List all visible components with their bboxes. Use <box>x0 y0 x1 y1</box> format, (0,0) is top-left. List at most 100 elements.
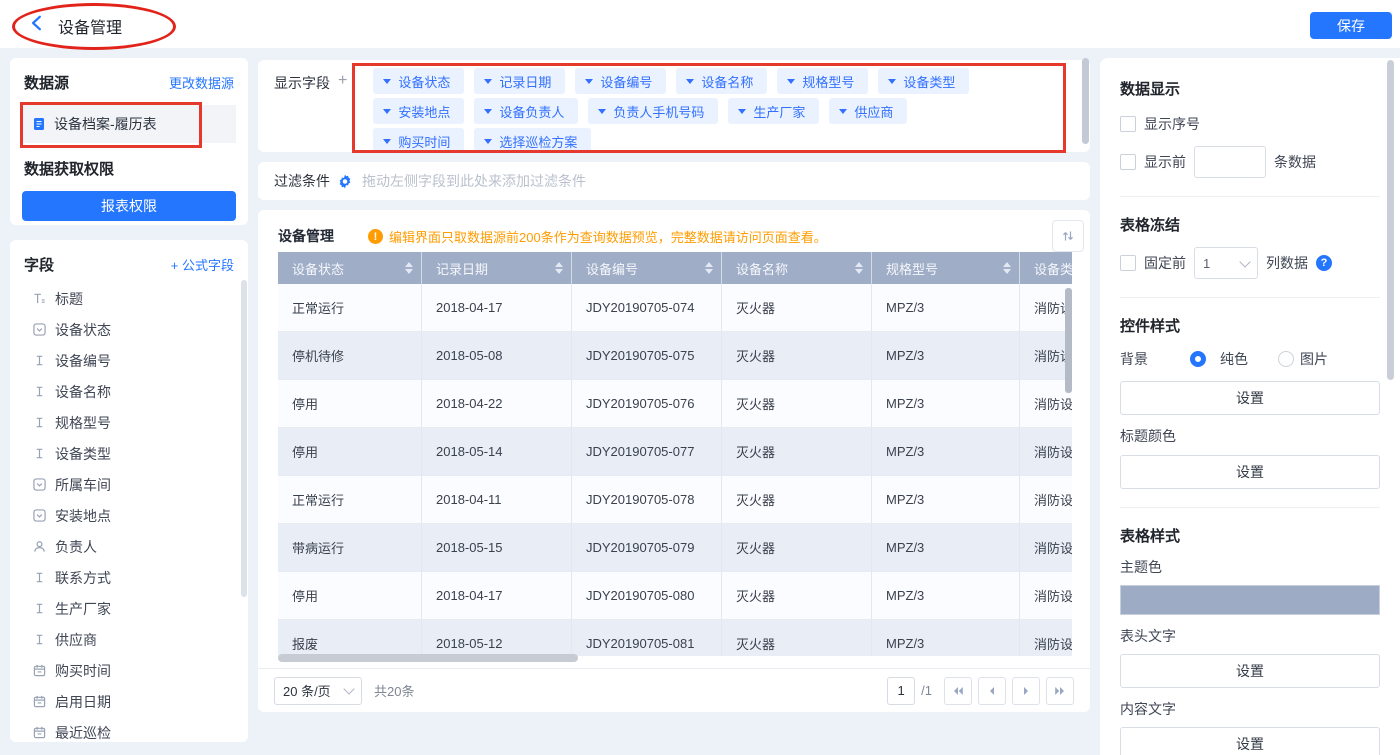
sort-arrows-icon[interactable] <box>705 262 713 274</box>
save-button[interactable]: 保存 <box>1310 12 1392 39</box>
chevron-down-icon <box>787 78 796 84</box>
table-cell: 消防设备 <box>1020 572 1072 619</box>
document-icon <box>32 117 46 131</box>
sort-order-button[interactable] <box>1052 220 1084 252</box>
background-set-button[interactable]: 设置 <box>1120 381 1380 415</box>
table-cell: 灭火器 <box>722 476 872 523</box>
settings-scrollbar-thumb[interactable] <box>1387 60 1394 380</box>
table-horizontal-scrollbar[interactable] <box>278 654 578 662</box>
page-size-select[interactable]: 20 条/页 <box>274 676 362 705</box>
field-label: 生产厂家 <box>55 600 111 617</box>
display-field-chip[interactable]: 记录日期 <box>474 68 566 94</box>
display-field-chip[interactable]: 设备状态 <box>373 68 465 94</box>
field-item[interactable]: 标题 <box>10 283 248 314</box>
divider <box>1120 297 1380 298</box>
sort-arrows-icon[interactable] <box>555 262 563 274</box>
next-page-button[interactable] <box>1012 676 1040 705</box>
filter-drop-placeholder[interactable]: 拖动左侧字段到此处来添加过滤条件 <box>362 171 586 191</box>
back-icon[interactable] <box>28 14 46 32</box>
column-header[interactable]: 规格型号 <box>872 252 1020 284</box>
table-row: 报废2018-05-12JDY20190705-081灭火器MPZ/3消防设备 <box>278 620 1072 656</box>
first-page-button[interactable] <box>944 676 972 705</box>
table-cell: 2018-05-12 <box>422 620 572 656</box>
row-limit-input[interactable] <box>1194 146 1266 178</box>
table-cell: 灭火器 <box>722 428 872 475</box>
field-item[interactable]: 安装地点 <box>10 500 248 531</box>
field-item[interactable]: 负责人 <box>10 531 248 562</box>
display-field-chip[interactable]: 规格型号 <box>777 68 869 94</box>
field-item[interactable]: 启用日期 <box>10 686 248 717</box>
add-display-field-icon[interactable]: + <box>338 72 347 90</box>
fields-scrollbar-thumb[interactable] <box>241 280 247 597</box>
column-header[interactable]: 记录日期 <box>422 252 572 284</box>
field-item[interactable]: 供应商 <box>10 624 248 655</box>
table-cell: MPZ/3 <box>872 476 1020 523</box>
table-vertical-scrollbar[interactable] <box>1065 288 1072 393</box>
field-item[interactable]: 最近巡检 <box>10 717 248 742</box>
display-field-chip[interactable]: 设备负责人 <box>474 98 579 124</box>
theme-color-swatch[interactable] <box>1120 585 1380 615</box>
field-item[interactable]: 设备名称 <box>10 376 248 407</box>
sort-arrows-icon[interactable] <box>855 262 863 274</box>
field-item[interactable]: 联系方式 <box>10 562 248 593</box>
solid-color-radio[interactable] <box>1190 351 1206 367</box>
table-freeze-title: 表格冻结 <box>1120 217 1181 234</box>
select-icon <box>32 509 46 523</box>
column-header[interactable]: 设备状态 <box>278 252 422 284</box>
sort-arrows-icon[interactable] <box>405 262 413 274</box>
show-first-checkbox[interactable] <box>1120 154 1136 170</box>
table-cell: 2018-05-15 <box>422 524 572 571</box>
field-item[interactable]: 生产厂家 <box>10 593 248 624</box>
sort-arrows-icon[interactable] <box>1003 262 1011 274</box>
field-label: 购买时间 <box>55 662 111 679</box>
table-row: 正常运行 2018-04-11 JDY20190705-078 灭火器 MPZ/3 消防设… <box>278 476 1072 524</box>
table-cell: 停用 <box>278 380 422 427</box>
field-item[interactable]: 设备状态 <box>10 314 248 345</box>
field-item[interactable]: 所属车间 <box>10 469 248 500</box>
content-text-set-button[interactable]: 设置 <box>1120 727 1380 755</box>
display-field-chip[interactable]: 设备类型 <box>878 68 970 94</box>
last-page-button[interactable] <box>1046 676 1074 705</box>
middle-scrollbar-thumb[interactable] <box>1082 58 1089 144</box>
display-field-chip[interactable]: 供应商 <box>829 98 908 124</box>
table-row: 停用2018-04-22JDY20190705-076灭火器MPZ/3消防设备 <box>278 380 1072 428</box>
add-formula-field-link[interactable]: + 公式字段 <box>171 255 234 274</box>
table-cell: JDY20190705-075 <box>572 332 722 379</box>
column-header[interactable]: 设备编号 <box>572 252 722 284</box>
field-label: 安装地点 <box>55 507 111 524</box>
display-field-chip[interactable]: 安装地点 <box>373 98 465 124</box>
display-field-chip[interactable]: 设备名称 <box>676 68 768 94</box>
show-index-checkbox[interactable] <box>1120 116 1136 132</box>
page-number-input[interactable]: 1 <box>887 676 916 705</box>
display-field-chip[interactable]: 负责人手机号码 <box>588 98 719 124</box>
field-item[interactable]: 设备编号 <box>10 345 248 376</box>
column-header[interactable]: 设备名称 <box>722 252 872 284</box>
table-cell: 2018-04-17 <box>422 284 572 331</box>
table-header-row: 设备状态记录日期设备编号设备名称规格型号设备类型 <box>278 252 1072 284</box>
table-cell: 2018-05-08 <box>422 332 572 379</box>
field-item[interactable]: 规格型号 <box>10 407 248 438</box>
report-permission-button[interactable]: 报表权限 <box>22 191 236 221</box>
gear-icon[interactable] <box>338 174 352 188</box>
display-field-chip[interactable]: 生产厂家 <box>728 98 820 124</box>
display-field-chip[interactable]: 设备编号 <box>575 68 667 94</box>
display-field-chip[interactable]: 购买时间 <box>373 128 465 154</box>
fix-columns-checkbox[interactable] <box>1120 255 1136 271</box>
change-datasource-link[interactable]: 更改数据源 <box>169 73 234 92</box>
field-item[interactable]: 设备类型 <box>10 438 248 469</box>
datasource-card: 数据源 更改数据源 设备档案-履历表 数据获取权限 报表权限 <box>10 58 248 225</box>
image-radio[interactable] <box>1278 351 1294 367</box>
title-color-set-button[interactable]: 设置 <box>1120 455 1380 489</box>
prev-page-button[interactable] <box>978 676 1006 705</box>
datasource-item[interactable]: 设备档案-履历表 <box>22 105 236 143</box>
column-header[interactable]: 设备类型 <box>1020 252 1072 284</box>
field-item[interactable]: 购买时间 <box>10 655 248 686</box>
header-text-set-button[interactable]: 设置 <box>1120 654 1380 688</box>
table-cell: MPZ/3 <box>872 428 1020 475</box>
table-cell: JDY20190705-078 <box>572 476 722 523</box>
field-label: 供应商 <box>55 631 97 648</box>
display-field-chip[interactable]: 选择巡检方案 <box>474 128 592 154</box>
help-icon[interactable]: ? <box>1316 255 1332 271</box>
fix-count-select[interactable]: 1 <box>1194 247 1258 279</box>
field-label: 最近巡检 <box>55 724 111 741</box>
